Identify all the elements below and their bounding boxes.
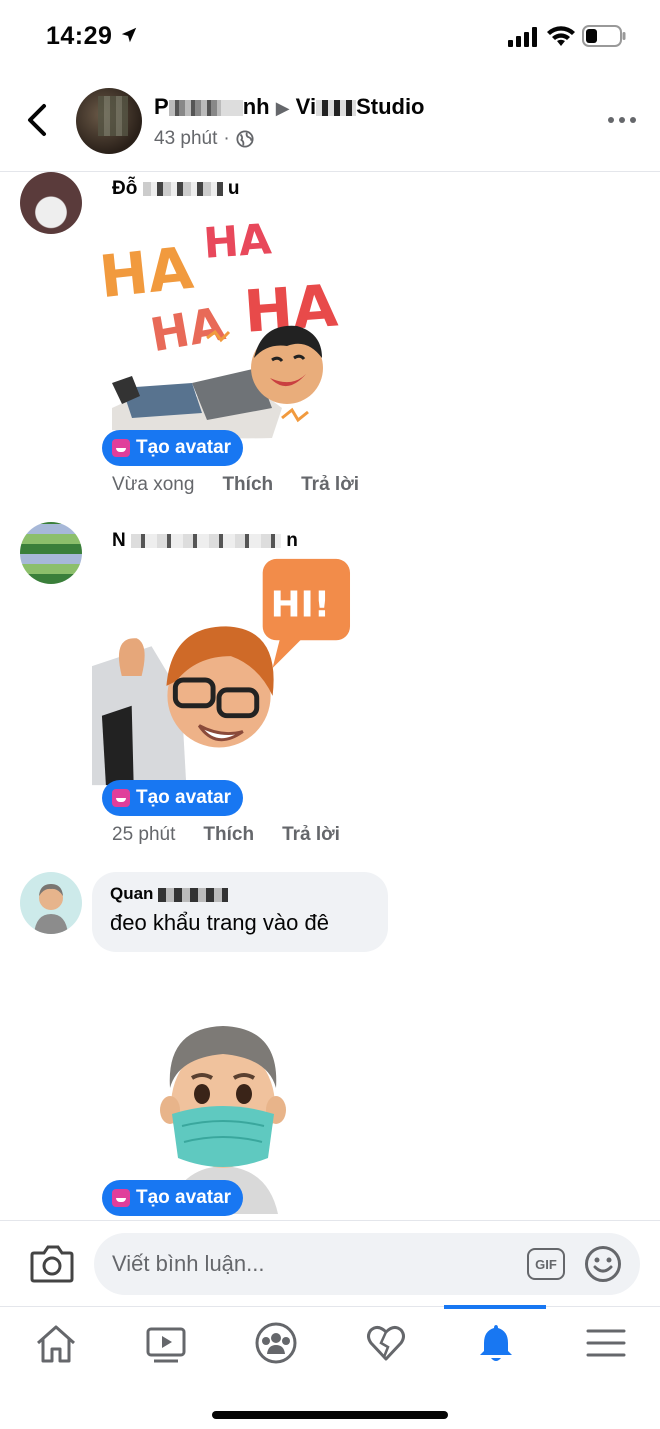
post-header: Pnh ▶ Vi Studio 43 phút · <box>0 72 660 172</box>
more-options-button[interactable] <box>602 110 642 130</box>
like-link[interactable]: Thích <box>203 824 254 846</box>
bottom-tab-bar <box>0 1305 660 1429</box>
more-dot-icon <box>608 117 614 123</box>
comment-item: Đỗ u HA HA HA HA Tạo avatar Vừa xong Thí… <box>0 172 660 502</box>
sticker-text: HA <box>146 296 229 362</box>
haha-avatar-sticker[interactable]: HA HA HA HA <box>92 208 352 448</box>
video-icon[interactable] <box>144 1321 188 1365</box>
wifi-icon <box>547 26 575 46</box>
create-avatar-button[interactable]: Tạo avatar <box>102 780 244 816</box>
comment-text: đeo khẩu trang vào đê <box>110 910 329 935</box>
commenter-avatar[interactable] <box>20 172 82 234</box>
active-tab-indicator <box>444 1305 546 1309</box>
dating-heart-icon[interactable] <box>364 1321 408 1365</box>
more-dot-icon <box>619 117 625 123</box>
create-avatar-button[interactable]: Tạo avatar <box>102 430 244 466</box>
comment-bubble[interactable]: Quan đeo khẩu trang vào đê <box>92 872 388 952</box>
meta-dot: · <box>223 128 230 149</box>
post-time: 43 phút <box>154 128 218 149</box>
avatar-figure-icon <box>34 884 68 934</box>
location-arrow-icon <box>121 27 137 43</box>
groups-icon[interactable] <box>254 1321 298 1365</box>
commenter-avatar[interactable] <box>20 522 82 584</box>
comment-item: N n HI! Tạo avatar 25 phút Thích Trả lời <box>0 520 660 850</box>
notifications-bell-icon[interactable] <box>474 1321 518 1365</box>
cellular-signal-icon <box>508 27 537 47</box>
home-indicator <box>212 1411 448 1419</box>
emoji-icon[interactable] <box>584 1245 622 1283</box>
comment-actions: Vừa xong Thích Trả lời <box>112 474 359 496</box>
comment-time: Vừa xong <box>112 474 195 495</box>
avatar-face-icon <box>112 789 130 807</box>
post-title[interactable]: Pnh ▶ Vi Studio <box>154 94 425 120</box>
battery-icon <box>582 25 626 47</box>
commenter-name[interactable]: Quan <box>110 884 370 906</box>
status-time: 14:29 <box>46 22 113 50</box>
comment-actions: 25 phút Thích Trả lời <box>112 824 340 846</box>
sticker-text: HI! <box>271 584 330 625</box>
reply-link[interactable]: Trả lời <box>282 824 340 846</box>
more-dot-icon <box>630 117 636 123</box>
menu-icon[interactable] <box>584 1321 628 1365</box>
globe-icon <box>236 130 254 148</box>
comment-time: 25 phút <box>112 824 176 845</box>
commenter-name[interactable]: Đỗ u <box>112 178 240 200</box>
comment-composer: GIF <box>0 1220 660 1306</box>
poster-avatar[interactable] <box>76 88 142 154</box>
avatar-face-icon <box>112 1189 130 1207</box>
like-link[interactable]: Thích <box>222 474 273 496</box>
chevron-left-icon <box>28 104 46 136</box>
gif-button[interactable]: GIF <box>527 1248 565 1280</box>
commenter-name[interactable]: N n <box>112 530 298 552</box>
sticker-text: HA <box>202 214 273 268</box>
home-icon[interactable] <box>34 1321 78 1365</box>
create-avatar-button[interactable]: Tạo avatar <box>102 1180 244 1216</box>
avatar-face-icon <box>112 439 130 457</box>
post-meta: 43 phút · <box>154 128 254 150</box>
sticker-text: HA <box>96 234 196 311</box>
status-bar: 14:29 <box>0 0 660 72</box>
back-button[interactable] <box>20 100 54 140</box>
camera-icon[interactable] <box>30 1243 74 1283</box>
hi-avatar-sticker[interactable]: HI! <box>92 556 352 796</box>
commenter-avatar[interactable] <box>20 872 82 934</box>
reply-link[interactable]: Trả lời <box>301 474 359 496</box>
